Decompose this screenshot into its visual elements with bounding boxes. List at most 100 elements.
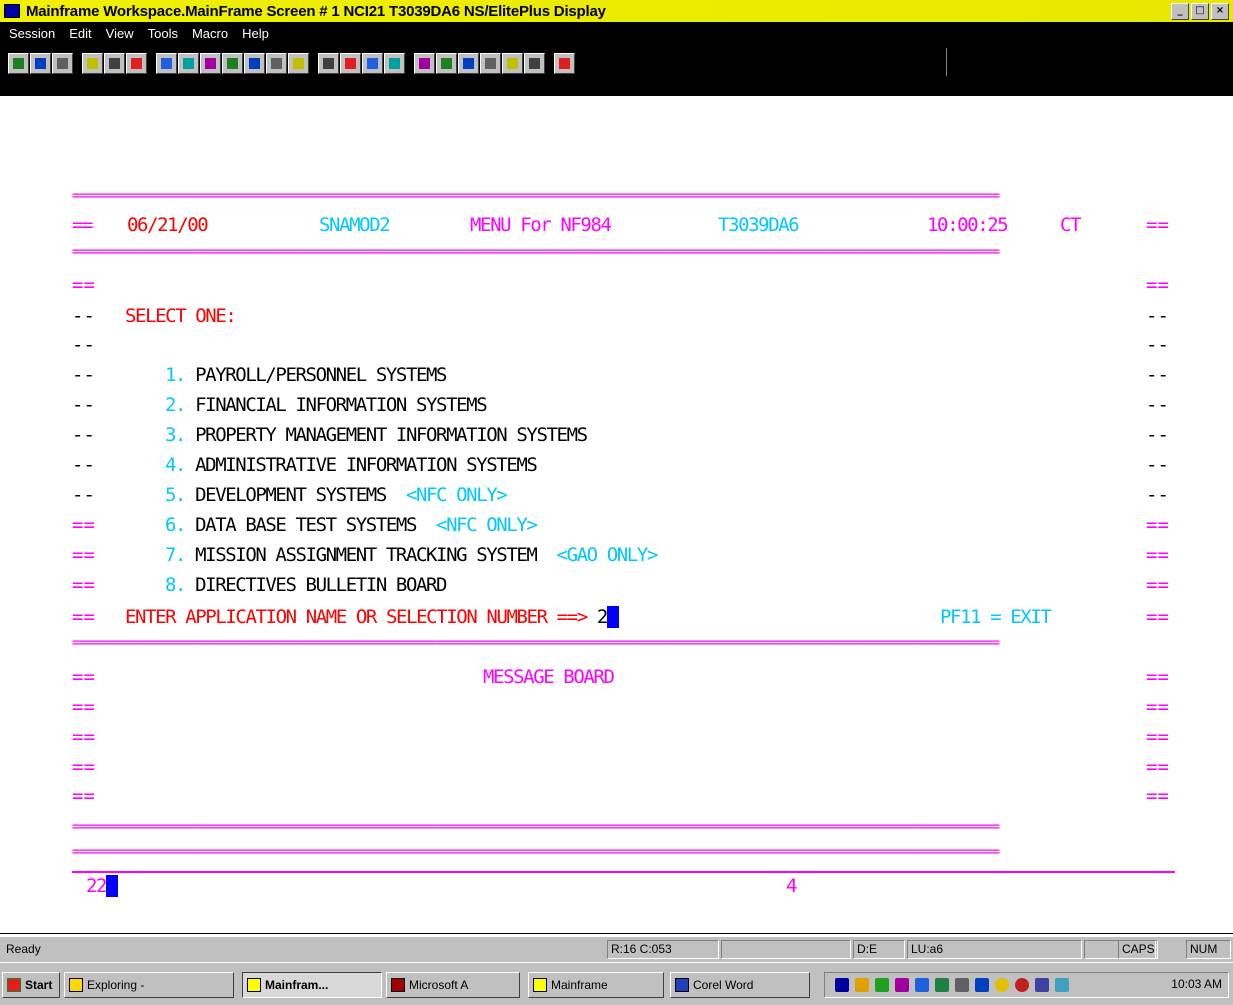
tray-app-icon[interactable] [1035,978,1049,992]
option-label: PROPERTY MANAGEMENT INFORMATION SYSTEMS [195,424,588,446]
menu-tools[interactable]: Tools [148,26,178,41]
menu-option: 4. ADMINISTRATIVE INFORMATION SYSTEMS [165,454,538,476]
border-right: == [1146,606,1169,628]
start-button[interactable]: Start [2,972,60,998]
command-line-rule [72,871,1175,873]
task-mainframe[interactable]: Mainframe [528,972,664,998]
separator-bottom-2: ========================================… [72,845,1000,859]
taskbar-clock[interactable]: 10:03 AM [1171,977,1222,991]
play-button[interactable] [200,52,221,74]
print-button[interactable] [502,52,523,74]
task-exploring[interactable]: Exploring - [64,972,234,998]
terminal-screen[interactable]: == == == == == == == == == == == == == == == == == == == ==… [0,96,1233,934]
menu-macro[interactable]: Macro [192,26,228,41]
border-left: == [72,696,95,718]
title-bar: Mainframe Workspace.MainFrame Screen # 1… [0,0,1233,22]
option-label: FINANCIAL INFORMATION SYSTEMS [195,394,488,416]
screen-button[interactable] [384,52,405,74]
pf2-button[interactable] [436,52,457,74]
menu-option: 3. PROPERTY MANAGEMENT INFORMATION SYSTE… [165,424,588,446]
hotspot-button[interactable] [362,52,383,74]
separator-header: ========================================… [72,245,1000,259]
window-title: Mainframe Workspace.MainFrame Screen # 1… [26,2,606,20]
command-line[interactable]: 22 [86,875,119,897]
pf3-button[interactable] [458,52,479,74]
task-label: Mainframe [551,978,608,992]
mainframe-icon [247,978,261,992]
tray-app-icon[interactable] [995,978,1009,992]
cut-button[interactable] [82,52,103,74]
tray-app-icon[interactable] [875,978,889,992]
display-button[interactable] [340,52,361,74]
select-button[interactable] [156,52,177,74]
command-line-text: 22 [86,875,107,897]
help-button[interactable] [554,52,575,74]
maximize-button[interactable]: □ [1191,3,1209,20]
command-cursor [106,875,119,897]
separator-top: ========================================… [72,189,1000,203]
macro-button[interactable] [244,52,265,74]
option-label: DATA BASE TEST SYSTEMS [195,514,417,536]
border-left: -- [72,484,95,506]
session-button[interactable] [8,52,29,74]
transfer-icon [35,57,46,69]
copy-icon [109,57,120,69]
tray-app-icon[interactable] [855,978,869,992]
record-button[interactable] [178,52,199,74]
app-icon [4,4,20,18]
header-time: 10:00:25 [927,214,1009,236]
menu-option: 5. DEVELOPMENT SYSTEMS <NFC ONLY> [165,484,508,506]
explorer-icon [69,978,83,992]
menu-edit[interactable]: Edit [69,26,91,41]
task-mainframe-active[interactable]: Mainfram... [242,972,382,998]
status-bar: Ready R:16 C:053 D:E LU:a6 CAPS NUM [0,936,1233,963]
tray-app-icon[interactable] [1015,978,1029,992]
record-icon [183,57,194,69]
text-cursor [606,606,619,628]
pf3-icon [463,57,474,69]
tray-app-icon[interactable] [935,978,949,992]
border-right: == [1146,574,1169,596]
menu-view[interactable]: View [106,26,134,41]
pf2-icon [441,57,452,69]
menu-session[interactable]: Session [9,26,55,41]
header-program: SNAMOD2 [319,214,391,236]
transfer-button[interactable] [30,52,51,74]
paste-button[interactable] [126,52,147,74]
border-left: == [72,726,95,748]
pf4-button[interactable] [480,52,501,74]
speaker-icon[interactable] [835,978,849,992]
selection-input[interactable]: 2 [597,606,608,628]
tray-app-icon[interactable] [915,978,929,992]
task-corel-word[interactable]: Corel Word [670,972,810,998]
option-label: PAYROLL/PERSONNEL SYSTEMS [195,364,447,386]
minimize-button[interactable]: _ [1171,3,1189,20]
stop-button[interactable] [222,52,243,74]
task-label: Corel Word [693,978,754,992]
receive-button[interactable] [288,52,309,74]
tray-app-icon[interactable] [955,978,969,992]
border-right: == [1146,756,1169,778]
menu-help[interactable]: Help [242,26,269,41]
status-lu: LU:a6 [907,940,1082,959]
start-label: Start [25,978,53,992]
mainframe-icon [533,978,547,992]
help-icon [559,57,570,69]
copy-button[interactable] [104,52,125,74]
window-button[interactable] [524,52,545,74]
pf1-button[interactable] [414,52,435,74]
send-button[interactable] [266,52,287,74]
menu-option: 2. FINANCIAL INFORMATION SYSTEMS [165,394,488,416]
keyboard-button[interactable] [318,52,339,74]
paste-icon [131,57,142,69]
properties-button[interactable] [52,52,73,74]
border-right: -- [1146,334,1169,356]
status-caps: CAPS [1118,940,1158,959]
tray-app-icon[interactable] [895,978,909,992]
option-note: <NFC ONLY> [436,514,538,536]
close-button[interactable]: × [1211,3,1229,20]
tray-app-icon[interactable] [975,978,989,992]
status-mode: D:E [853,940,905,959]
task-microsoft-access[interactable]: Microsoft A [386,972,520,998]
tray-app-icon[interactable] [1055,978,1069,992]
